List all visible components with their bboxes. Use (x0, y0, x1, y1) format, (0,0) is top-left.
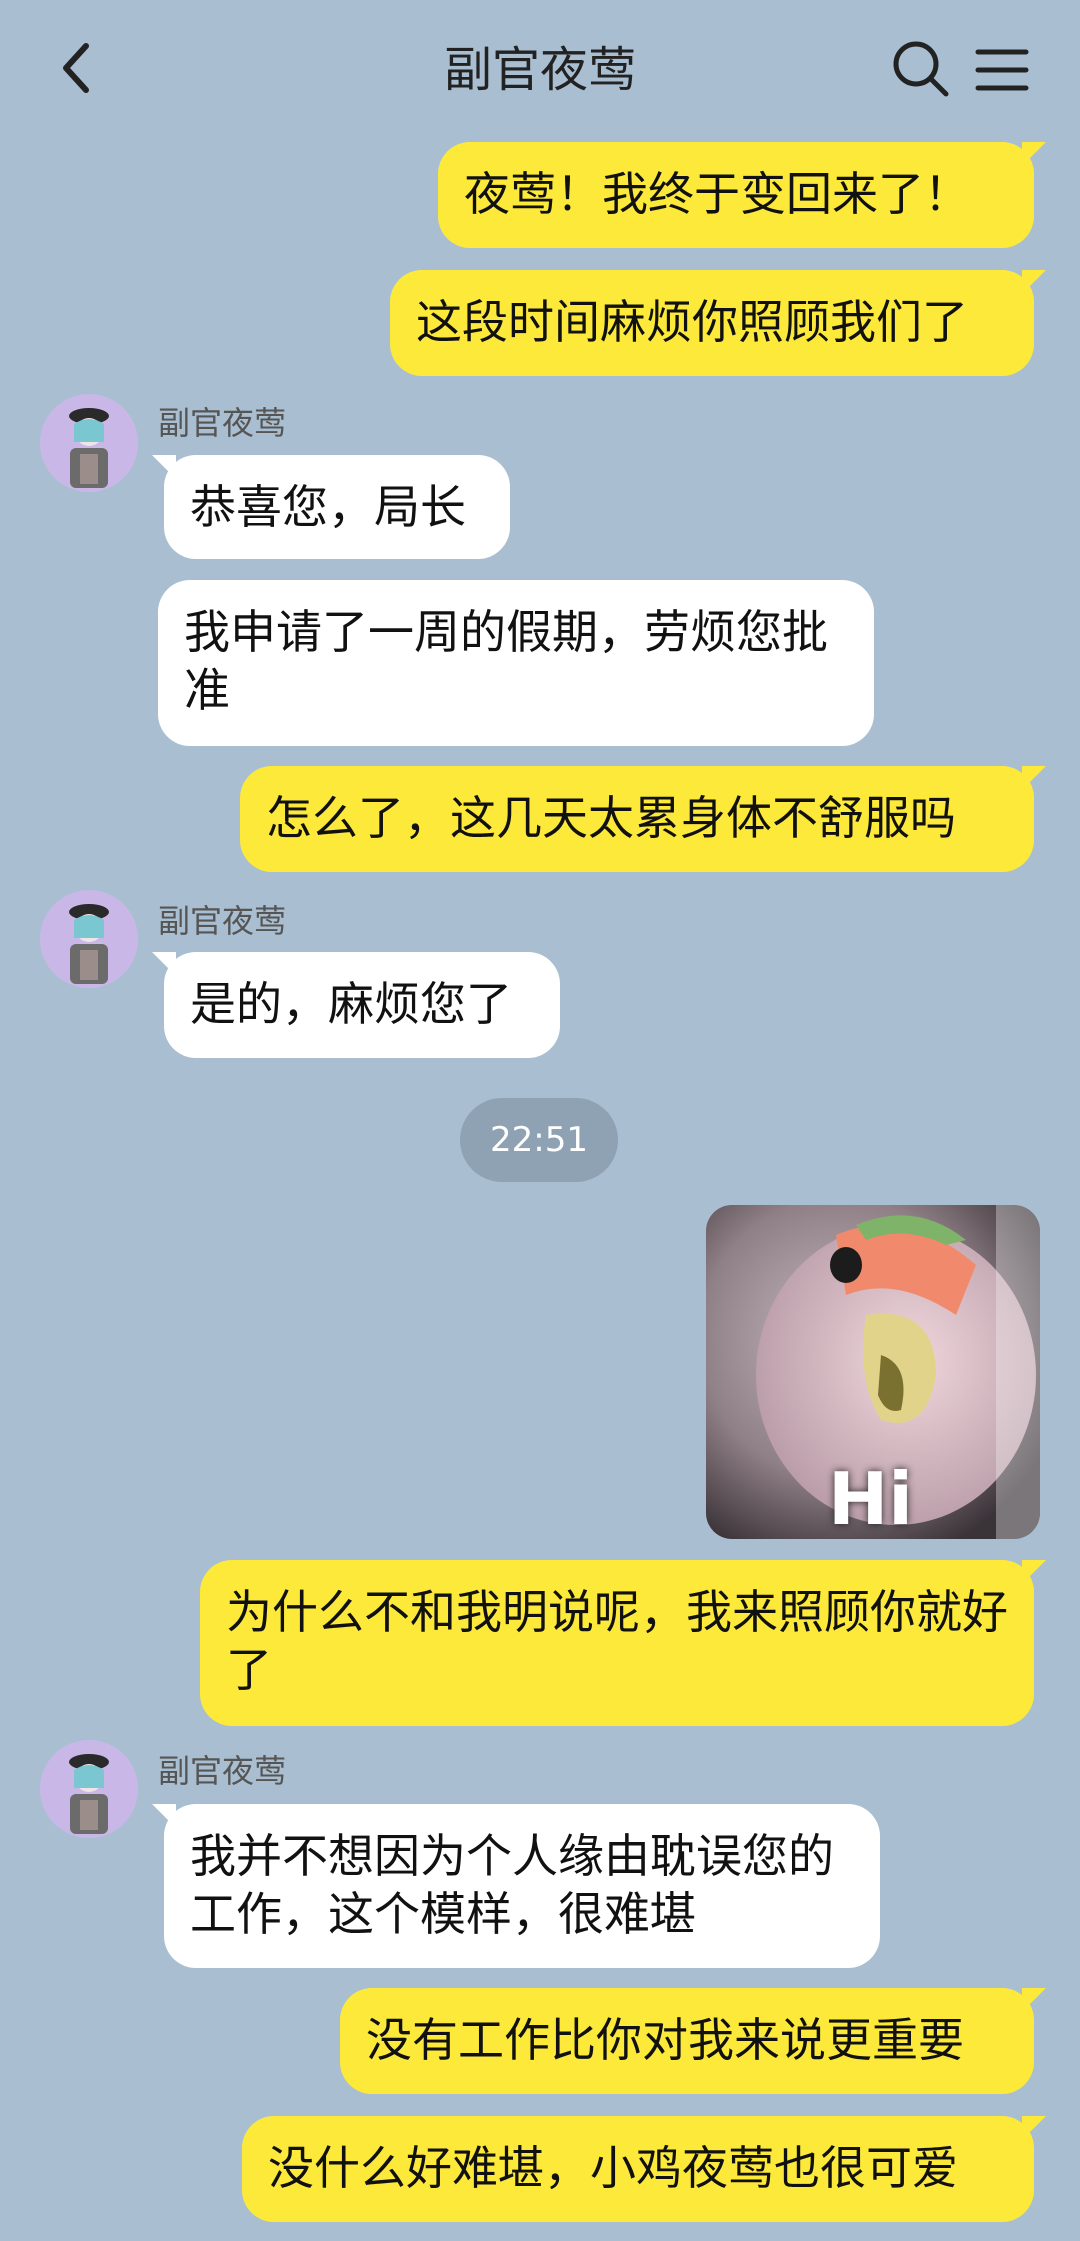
message-bubble-outgoing[interactable]: 这段时间麻烦你照顾我们了 (390, 270, 1046, 376)
timestamp-pill: 22:51 (460, 1098, 618, 1182)
sticker-caption: Hi (828, 1457, 913, 1539)
avatar[interactable] (40, 1740, 138, 1838)
avatar-image-icon (40, 394, 138, 492)
avatar-image-icon (40, 1740, 138, 1838)
message-bubble-incoming[interactable]: 我申请了一周的假期，劳烦您批准 (158, 580, 874, 746)
search-icon[interactable] (890, 38, 952, 100)
sender-name: 副官夜莺 (158, 1752, 287, 1790)
message-bubble-outgoing[interactable]: 没什么好难堪，小鸡夜莺也很可爱 (242, 2116, 1046, 2222)
sticker-image[interactable]: Hi (706, 1205, 1040, 1539)
message-bubble-outgoing[interactable]: 怎么了，这几天太累身体不舒服吗 (240, 766, 1046, 872)
message-bubble-incoming[interactable]: 是的，麻烦您了 (152, 952, 560, 1058)
message-bubble-incoming[interactable]: 恭喜您，局长 (152, 455, 510, 559)
message-bubble-incoming[interactable]: 我并不想因为个人缘由耽误您的工作，这个模样，很难堪 (152, 1804, 880, 1968)
message-bubble-outgoing[interactable]: 夜莺！我终于变回来了！ (438, 142, 1046, 248)
sender-name: 副官夜莺 (158, 902, 287, 940)
chat-header: 副官夜莺 (0, 0, 1080, 140)
sender-name: 副官夜莺 (158, 404, 287, 442)
menu-icon[interactable] (972, 40, 1032, 100)
avatar[interactable] (40, 890, 138, 988)
avatar-image-icon (40, 890, 138, 988)
message-bubble-outgoing[interactable]: 为什么不和我明说呢，我来照顾你就好了 (200, 1560, 1046, 1726)
avatar[interactable] (40, 394, 138, 492)
message-bubble-outgoing[interactable]: 没有工作比你对我来说更重要 (340, 1988, 1046, 2094)
